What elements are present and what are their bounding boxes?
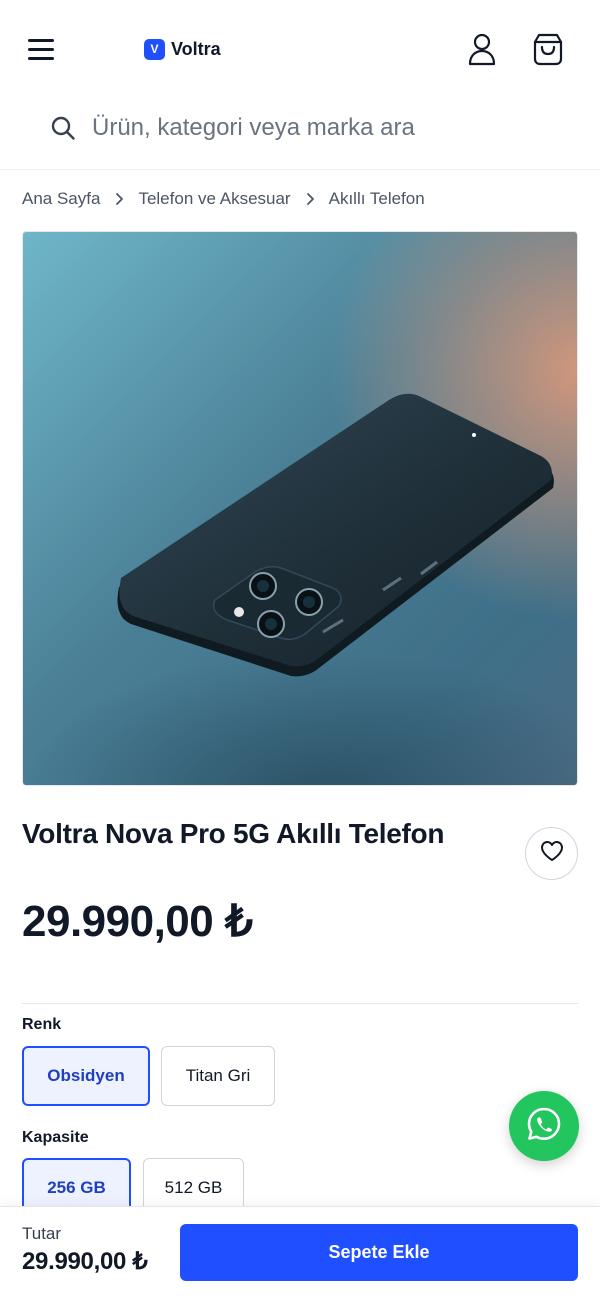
breadcrumb-home[interactable]: Ana Sayfa xyxy=(22,189,100,209)
breadcrumb-current[interactable]: Akıllı Telefon xyxy=(329,189,425,209)
shopping-bag-icon[interactable] xyxy=(530,31,566,67)
color-option-titan-gri[interactable]: Titan Gri xyxy=(161,1046,275,1106)
add-to-cart-button[interactable]: Sepete Ekle xyxy=(180,1224,578,1281)
chevron-right-icon xyxy=(305,192,315,206)
favorite-button[interactable] xyxy=(525,827,578,880)
color-label: Renk xyxy=(22,1016,62,1033)
color-option-obsidyen[interactable]: Obsidyen xyxy=(22,1046,150,1106)
menu-icon[interactable] xyxy=(28,38,56,60)
search-icon xyxy=(50,115,76,141)
breadcrumb: Ana Sayfa Telefon ve Aksesuar Akıllı Tel… xyxy=(22,187,425,211)
product-title: Voltra Nova Pro 5G Akıllı Telefon xyxy=(22,818,445,849)
user-icon[interactable] xyxy=(466,32,498,66)
chevron-right-icon xyxy=(114,192,124,206)
search-input[interactable] xyxy=(92,110,572,146)
heart-icon xyxy=(540,840,564,867)
header: V Voltra xyxy=(0,0,600,98)
total-label: Tutar xyxy=(22,1224,62,1243)
product-image[interactable] xyxy=(22,231,578,786)
capacity-label: Kapasite xyxy=(22,1129,89,1146)
logo-badge: V xyxy=(144,38,165,60)
whatsapp-button[interactable] xyxy=(509,1091,579,1161)
divider xyxy=(22,1003,578,1004)
product-price: 29.990,00 ₺ xyxy=(22,897,253,946)
whatsapp-icon xyxy=(525,1105,563,1148)
logo[interactable]: V Voltra xyxy=(144,38,221,60)
total-value: 29.990,00 ₺ xyxy=(22,1248,148,1275)
logo-text: Voltra xyxy=(171,38,221,59)
breadcrumb-category[interactable]: Telefon ve Aksesuar xyxy=(138,189,290,209)
